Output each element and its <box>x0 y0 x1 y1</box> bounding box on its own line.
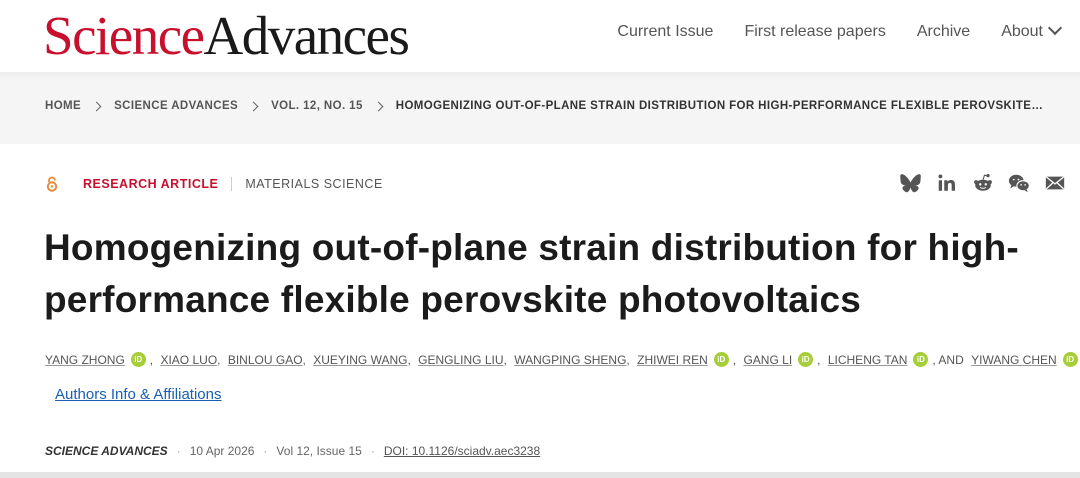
journal-name[interactable]: SCIENCE ADVANCES <box>45 444 168 458</box>
nav-archive[interactable]: Archive <box>917 23 970 41</box>
nav-about[interactable]: About <box>1001 20 1063 41</box>
logo-advances: Advances <box>203 5 410 66</box>
site-header: ScienceAdvances Current Issue First rele… <box>0 0 1080 72</box>
site-logo[interactable]: ScienceAdvances <box>43 4 410 68</box>
author-separator: , AND <box>932 352 964 367</box>
article-title: Homogenizing out-of-plane strain distrib… <box>44 227 1019 320</box>
chevron-right-icon <box>248 101 259 111</box>
author-name[interactable]: YANG ZHONG <box>45 353 125 367</box>
separator-dot: · <box>370 444 375 458</box>
author-separator: , <box>407 352 411 367</box>
orcid-icon[interactable]: iD <box>713 352 729 367</box>
wechat-icon[interactable] <box>1008 172 1030 194</box>
doi-link[interactable]: DOI: 10.1126/sciadv.aec3238 <box>384 444 540 458</box>
orcid-icon[interactable]: iD <box>1062 352 1078 367</box>
author-name[interactable]: WANGPING SHENG <box>514 353 626 367</box>
author-separator: , <box>817 352 821 367</box>
author-name[interactable]: LICHENG TAN <box>828 353 908 367</box>
separator-dot: · <box>176 444 181 458</box>
breadcrumb: HOME SCIENCE ADVANCES VOL. 12, NO. 15 HO… <box>45 100 1043 112</box>
author-separator: , <box>217 352 221 367</box>
main-nav: Current Issue First release papers Archi… <box>617 20 1063 41</box>
publication-info: SCIENCE ADVANCES · 10 Apr 2026 · Vol 12,… <box>45 444 540 458</box>
author-name[interactable]: GANG LI <box>743 353 792 367</box>
email-icon[interactable] <box>1044 172 1066 194</box>
chevron-right-icon <box>373 101 384 111</box>
breadcrumb-issue[interactable]: VOL. 12, NO. 15 <box>271 100 363 112</box>
article-meta: RESEARCH ARTICLE MATERIALS SCIENCE <box>45 176 383 192</box>
author-name[interactable]: BINLOU GAO <box>228 353 303 367</box>
volume-issue[interactable]: Vol 12, Issue 15 <box>276 444 361 458</box>
breadcrumb-journal[interactable]: SCIENCE ADVANCES <box>114 100 238 112</box>
divider <box>231 177 233 191</box>
author-name[interactable]: XIAO LUO <box>160 353 217 367</box>
reddit-icon[interactable] <box>972 172 994 194</box>
orcid-icon[interactable]: iD <box>130 352 146 367</box>
logo-science: Science <box>43 5 205 66</box>
bottom-border <box>0 472 1080 478</box>
author-separator: , <box>149 352 154 367</box>
orcid-icon[interactable]: iD <box>913 352 929 367</box>
breadcrumb-home[interactable]: HOME <box>45 100 81 112</box>
author-separator: , <box>732 352 737 367</box>
author-name[interactable]: YIWANG CHEN <box>971 353 1057 367</box>
affiliations-link[interactable]: Authors Info & Affiliations <box>55 386 222 403</box>
article-type[interactable]: RESEARCH ARTICLE <box>83 177 218 191</box>
linkedin-icon[interactable] <box>936 172 958 194</box>
publication-date: 10 Apr 2026 <box>189 444 255 458</box>
orcid-icon[interactable]: iD <box>798 352 814 367</box>
open-access-icon <box>46 176 58 192</box>
nav-current-issue[interactable]: Current Issue <box>617 23 713 41</box>
breadcrumb-article: HOMOGENIZING OUT-OF-PLANE STRAIN DISTRIB… <box>395 100 1044 112</box>
nav-first-release[interactable]: First release papers <box>744 23 885 41</box>
author-name[interactable]: GENGLING LIU <box>418 353 503 367</box>
author-separator: , <box>302 352 306 367</box>
nav-about-label: About <box>1001 23 1043 40</box>
share-bar <box>900 172 1066 194</box>
author-name[interactable]: ZHIWEI REN <box>637 353 708 367</box>
separator-dot: · <box>263 444 268 458</box>
bluesky-icon[interactable] <box>900 172 922 194</box>
chevron-down-icon <box>1047 20 1063 36</box>
chevron-right-icon <box>91 101 102 111</box>
author-name[interactable]: XUEYING WANG <box>313 353 407 367</box>
author-list: YANG ZHONG iD, XIAO LUO, BINLOU GAO, XUEY… <box>45 352 1080 367</box>
article-subject[interactable]: MATERIALS SCIENCE <box>245 177 382 191</box>
author-separator: , <box>626 352 630 367</box>
author-separator: , <box>503 352 507 367</box>
